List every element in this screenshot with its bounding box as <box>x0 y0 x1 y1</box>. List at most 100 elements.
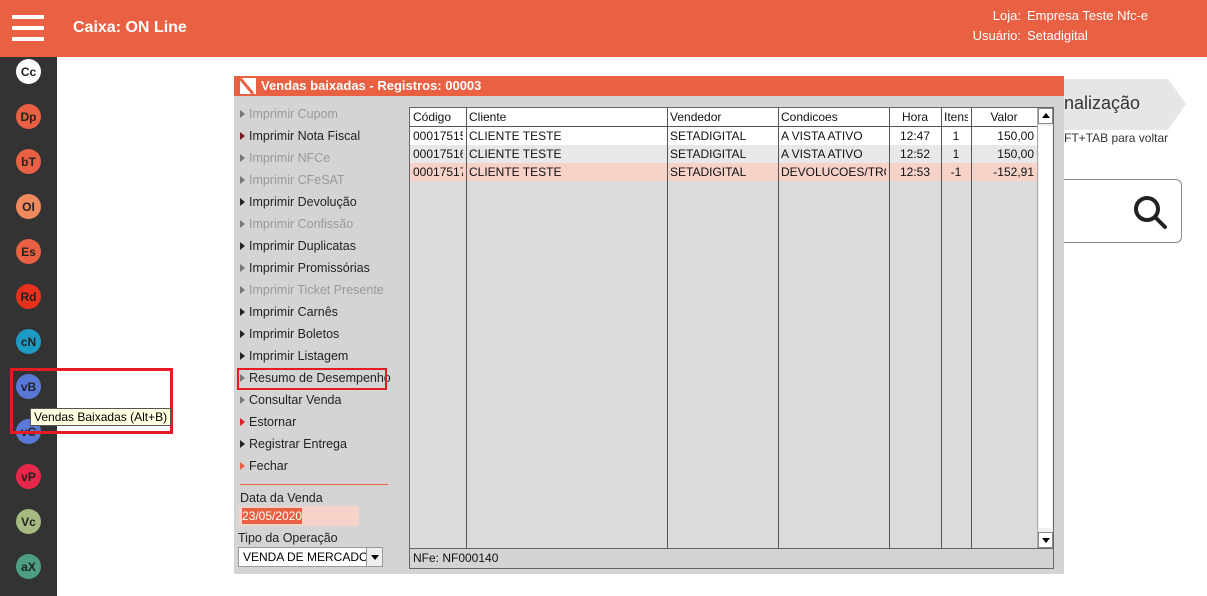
menu-item-imprimir-boletos[interactable]: Imprimir Boletos <box>240 324 339 344</box>
triangle-right-icon <box>240 329 245 338</box>
rail-item-label: OI <box>22 199 35 214</box>
triangle-right-icon <box>240 197 245 206</box>
nfe-status: NFe: NF000140 <box>410 548 1053 568</box>
menu-item-imprimir-nota-fiscal[interactable]: Imprimir Nota Fiscal <box>240 126 360 146</box>
column-header[interactable]: Hora <box>892 108 938 126</box>
rail-item-vcx[interactable]: Vc <box>16 509 41 534</box>
rail-item-cn[interactable]: cN <box>16 329 41 354</box>
tipo-operacao-value: VENDA DE MERCADOR <box>243 550 378 564</box>
rail-item-cc[interactable]: Cc <box>16 59 41 84</box>
triangle-right-icon <box>240 461 245 470</box>
column-divider <box>667 108 668 548</box>
shift-tab-hint: FT+TAB para voltar <box>1064 131 1169 145</box>
rail-item-label: aX <box>21 559 36 574</box>
menu-item-imprimir-promissorias[interactable]: Imprimir Promissórias <box>240 258 370 278</box>
data-venda-value: 23/05/2020 <box>242 508 303 524</box>
menu-item-registrar-entrega[interactable]: Registrar Entrega <box>240 434 347 454</box>
rail-item-label: Rd <box>20 289 37 304</box>
rail-item-rd[interactable]: Rd <box>16 284 41 309</box>
column-divider <box>971 108 972 548</box>
column-header[interactable]: Cliente <box>469 108 664 126</box>
menu-item-imprimir-carnes[interactable]: Imprimir Carnês <box>240 302 338 322</box>
menu-item-imprimir-devolucao[interactable]: Imprimir Devolução <box>240 192 357 212</box>
menu-item-imprimir-ticket-presente[interactable]: Imprimir Ticket Presente <box>240 280 384 300</box>
table-cell: 150,00 <box>997 129 1034 143</box>
chevron-down-icon[interactable] <box>366 548 382 566</box>
column-divider <box>941 108 942 548</box>
rail-item-bt[interactable]: bT <box>16 149 41 174</box>
menu-item-imprimir-listagem[interactable]: Imprimir Listagem <box>240 346 348 366</box>
table-cell: CLIENTE TESTE <box>469 129 562 143</box>
table-row[interactable]: 00017515 CLIENTE TESTE SETADIGITAL A VISTA … <box>410 127 1037 145</box>
tipo-operacao-select[interactable]: VENDA DE MERCADOR <box>238 547 383 567</box>
column-divider <box>466 108 467 548</box>
rail-item-label: Vc <box>21 514 36 529</box>
triangle-right-icon <box>240 417 245 426</box>
menu-item-label: Estornar <box>249 415 297 429</box>
menu-item-imprimir-duplicatas[interactable]: Imprimir Duplicatas <box>240 236 356 256</box>
search-button[interactable] <box>1062 179 1182 243</box>
table-cell: SETADIGITAL <box>670 165 747 179</box>
menu-item-label: Imprimir Ticket Presente <box>249 283 384 297</box>
menu-item-label: Imprimir Nota Fiscal <box>249 129 361 143</box>
menu-item-consultar-venda[interactable]: Consultar Venda <box>240 390 341 410</box>
menu-item-label: Imprimir Cupom <box>249 107 338 121</box>
menu-item-imprimir-nfce[interactable]: Imprimir NFCe <box>240 148 330 168</box>
hamburger-icon <box>12 15 44 19</box>
table-row[interactable]: 00017517 CLIENTE TESTE SETADIGITAL DEVOLUCO… <box>410 163 1037 181</box>
data-venda-field[interactable]: 23/05/2020 <box>239 506 359 526</box>
scroll-up-icon[interactable] <box>1038 108 1053 124</box>
column-divider <box>778 108 779 548</box>
triangle-right-icon <box>240 285 245 294</box>
menu-item-label: Imprimir Promissórias <box>249 261 370 275</box>
triangle-right-icon <box>240 395 245 404</box>
triangle-right-icon <box>240 351 245 360</box>
rail-item-label: cN <box>20 334 37 349</box>
column-header[interactable]: Itens <box>944 108 968 126</box>
rail-item-label: Es <box>21 244 36 259</box>
menu-item-label: Imprimir NFCe <box>249 151 331 165</box>
triangle-right-icon <box>240 241 245 250</box>
column-header[interactable]: Código <box>413 108 463 126</box>
top-bar: Caixa: ON Line Loja: Usuário: Empresa Te… <box>57 0 1207 57</box>
tipo-operacao-label: Tipo da Operação <box>238 531 338 545</box>
column-header[interactable]: Vendedor <box>670 108 775 126</box>
menu-item-label: Imprimir Boletos <box>249 327 340 341</box>
table-cell: 12:47 <box>899 129 931 143</box>
menu-item-estornar[interactable]: Estornar <box>240 412 296 432</box>
table-cell: SETADIGITAL <box>670 129 747 143</box>
app-title: Caixa: ON Line <box>73 19 187 36</box>
vertical-scrollbar[interactable] <box>1037 108 1053 548</box>
triangle-right-icon <box>240 175 245 184</box>
menu-item-imprimir-confissao[interactable]: Imprimir Confissão <box>240 214 353 234</box>
triangle-right-icon <box>240 439 245 448</box>
rail-item-oi[interactable]: OI <box>16 194 41 219</box>
app-window: Caixa: ON Line Loja: Usuário: Empresa Te… <box>0 0 1207 596</box>
menu-item-label: Imprimir CFeSAT <box>249 173 345 187</box>
hamburger-menu-button[interactable] <box>0 0 57 57</box>
triangle-right-icon <box>240 131 245 140</box>
rail-item-vp[interactable]: vP <box>16 464 41 489</box>
info-labels: Loja: Usuário: <box>937 6 1021 46</box>
rail-item-label: Cc <box>20 64 37 79</box>
scroll-down-icon[interactable] <box>1038 532 1053 548</box>
scroll-thumb[interactable] <box>1039 126 1052 528</box>
column-header[interactable]: Valor <box>974 108 1034 126</box>
highlight-resumo-desempenho <box>237 368 387 390</box>
column-header[interactable]: Condicoes <box>781 108 886 126</box>
table-cell: A VISTA ATIVO <box>781 129 863 143</box>
menu-item-imprimir-cfesat[interactable]: Imprimir CFeSAT <box>240 170 345 190</box>
rail-item-label: Dp <box>20 109 37 124</box>
menu-item-imprimir-cupom[interactable]: Imprimir Cupom <box>240 104 338 124</box>
menu-item-fechar[interactable]: Fechar <box>240 456 288 476</box>
usuario-label: Usuário: <box>972 28 1021 43</box>
hamburger-icon-bar <box>12 37 44 41</box>
rail-item-es[interactable]: Es <box>16 239 41 264</box>
rail-item-dp[interactable]: Dp <box>16 104 41 129</box>
table-cell: 00017516 <box>413 147 463 161</box>
table-cell: 00017515 <box>413 129 463 143</box>
finalizacao-step-arrow <box>1168 79 1186 130</box>
menu-item-label: Consultar Venda <box>249 393 342 407</box>
table-row[interactable]: 00017516 CLIENTE TESTE SETADIGITAL A VISTA … <box>410 145 1037 163</box>
rail-item-ax[interactable]: aX <box>16 554 41 579</box>
